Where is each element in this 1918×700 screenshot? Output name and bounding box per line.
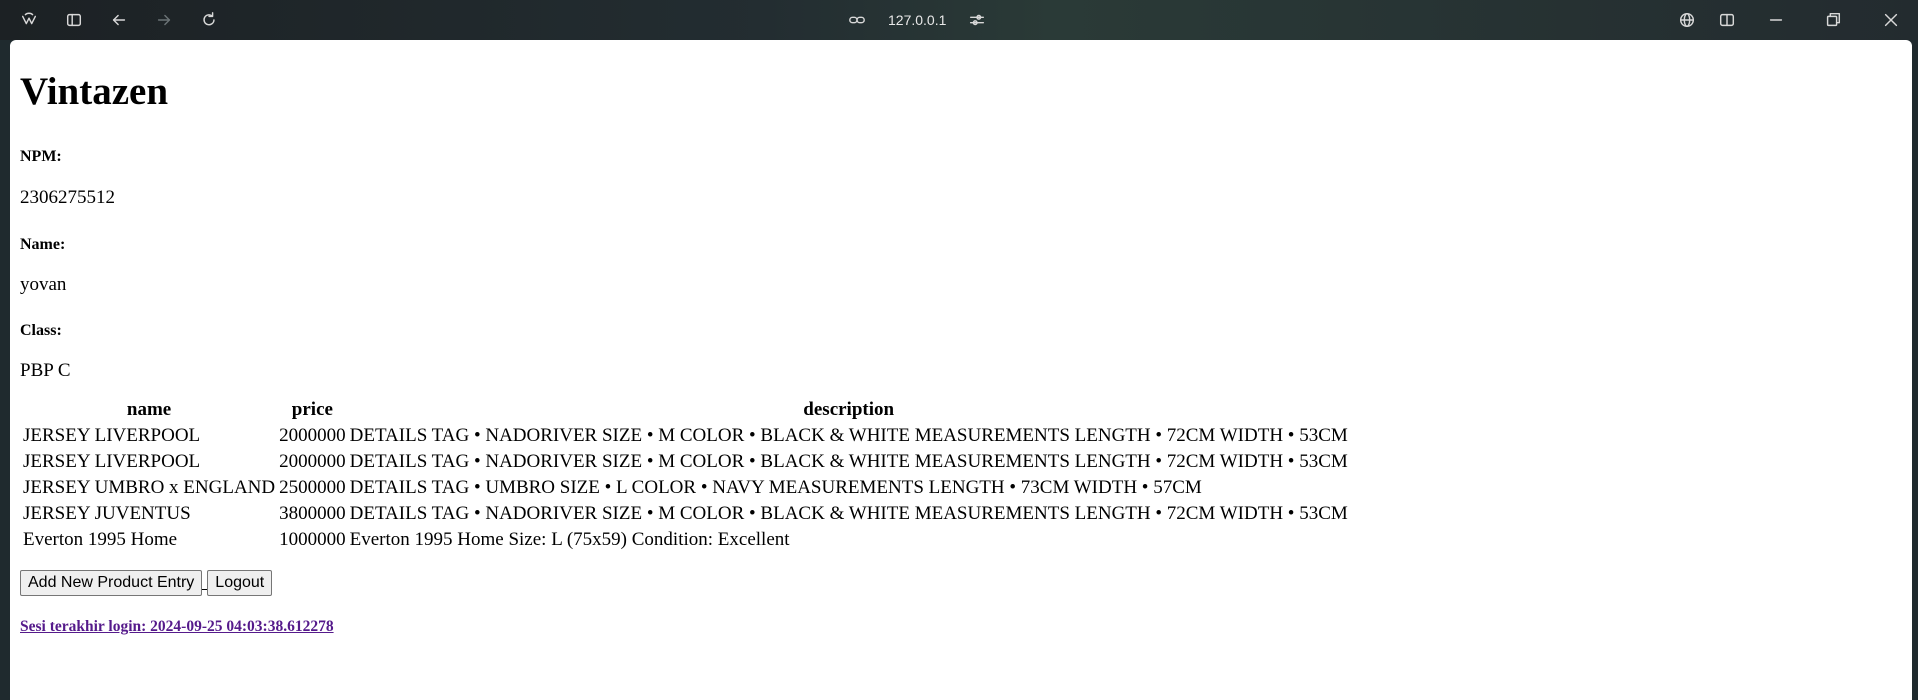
browser-toolbar: 127.0.0.1 — [0, 0, 1918, 40]
product-name: JERSEY UMBRO x ENGLAND — [23, 476, 276, 498]
reload-icon[interactable] — [198, 9, 220, 31]
site-settings-icon[interactable] — [968, 11, 986, 29]
product-price: 1000000 — [279, 528, 346, 550]
product-description: DETAILS TAG • NADORIVER SIZE • M COLOR •… — [349, 424, 1348, 446]
table-row: JERSEY LIVERPOOL 2000000 DETAILS TAG • N… — [22, 450, 1349, 474]
forward-arrow-icon[interactable] — [153, 9, 175, 31]
page-title: Vintazen — [20, 70, 169, 113]
address-bar[interactable]: 127.0.0.1 — [848, 9, 986, 31]
back-arrow-icon[interactable] — [108, 9, 130, 31]
product-description: Everton 1995 Home Size: L (75x59) Condit… — [349, 528, 790, 550]
column-header-price: price — [291, 398, 333, 420]
minimize-icon[interactable] — [1765, 9, 1787, 31]
product-price: 2000000 — [279, 424, 346, 446]
split-view-icon[interactable] — [1716, 9, 1738, 31]
restore-icon[interactable] — [1822, 9, 1844, 31]
table-row: JERSEY LIVERPOOL 2000000 DETAILS TAG • N… — [22, 424, 1349, 448]
last-login-link[interactable]: Sesi terakhir login: 2024-09-25 04:03:38… — [20, 618, 1912, 636]
name-label: Name: — [20, 235, 66, 253]
class-label: Class: — [20, 321, 62, 339]
url-text[interactable]: 127.0.0.1 — [888, 12, 946, 28]
action-buttons: Add New Product Entry Logout — [20, 569, 1912, 596]
npm-label: NPM: — [20, 147, 62, 165]
table-row: JERSEY UMBRO x ENGLAND 2500000 DETAILS T… — [22, 476, 1349, 500]
close-icon[interactable] — [1880, 9, 1902, 31]
product-name: JERSEY LIVERPOOL — [23, 450, 201, 472]
class-value: PBP C — [20, 359, 71, 381]
page-viewport: Vintazen NPM: 2306275512 Name: yovan Cla… — [10, 40, 1912, 700]
product-price: 2000000 — [279, 450, 346, 472]
link-icon — [848, 11, 866, 29]
sidebar-toggle-icon[interactable] — [63, 9, 85, 31]
table-header-row: name price description — [22, 398, 1349, 422]
npm-value: 2306275512 — [20, 186, 115, 208]
product-price: 2500000 — [279, 476, 346, 498]
page-content: Vintazen NPM: 2306275512 Name: yovan Cla… — [10, 70, 1912, 636]
column-header-description: description — [803, 398, 895, 420]
product-name: Everton 1995 Home — [23, 528, 178, 550]
table-row: Everton 1995 Home 1000000 Everton 1995 H… — [22, 528, 1349, 552]
product-description: DETAILS TAG • UMBRO SIZE • L COLOR • NAV… — [349, 476, 1202, 498]
product-price: 3800000 — [279, 502, 346, 524]
product-table: name price description JERSEY LIVERPOOL … — [20, 396, 1351, 554]
add-product-button[interactable]: Add New Product Entry — [20, 569, 203, 596]
product-description: DETAILS TAG • NADORIVER SIZE • M COLOR •… — [349, 450, 1348, 472]
product-name: JERSEY JUVENTUS — [23, 502, 191, 524]
browser-logo-icon[interactable] — [18, 9, 40, 31]
column-header-name: name — [126, 398, 172, 420]
product-description: DETAILS TAG • NADORIVER SIZE • M COLOR •… — [349, 502, 1348, 524]
globe-icon[interactable] — [1676, 9, 1698, 31]
logout-button[interactable]: Logout — [207, 569, 273, 596]
product-name: JERSEY LIVERPOOL — [23, 424, 201, 446]
table-row: JERSEY JUVENTUS 3800000 DETAILS TAG • NA… — [22, 502, 1349, 526]
name-value: yovan — [20, 273, 67, 295]
